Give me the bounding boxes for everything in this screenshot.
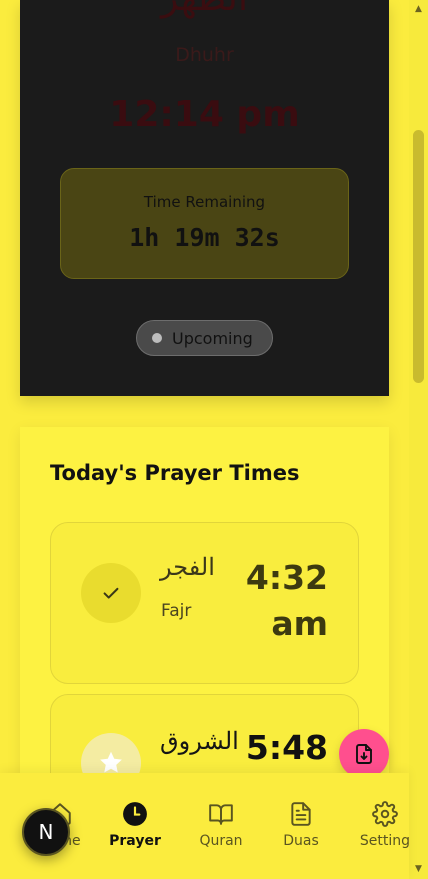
gear-icon — [372, 801, 398, 827]
status-badge: Upcoming — [136, 320, 273, 356]
prayer-row-fajr[interactable]: الفجر Fajr 4:32 am — [50, 522, 359, 684]
nav-item-label: Prayer — [109, 833, 161, 849]
document-icon — [291, 802, 311, 826]
nav-item-label: Setting — [359, 833, 411, 849]
avatar-initial: N — [38, 820, 54, 844]
nav-item-label: Quran — [199, 833, 243, 849]
time-remaining-label: Time Remaining — [143, 193, 266, 211]
current-prayer-time: 12:14 pm — [109, 94, 300, 135]
scroll-up-arrow-icon[interactable]: ▲ — [413, 4, 424, 15]
current-prayer-card: الظهر Dhuhr 12:14 pm Time Remaining 1h 1… — [20, 0, 389, 396]
book-icon — [209, 804, 233, 825]
prayer-arabic-name: الفجر — [160, 553, 215, 581]
scrollbar-thumb[interactable] — [413, 130, 424, 383]
current-prayer-arabic-name: الظهر — [20, 0, 389, 19]
nav-item-label: Duas — [283, 833, 319, 849]
time-remaining-box: Time Remaining 1h 19m 32s — [60, 168, 349, 279]
prayer-time: 5:48 — [245, 728, 328, 767]
status-dot-icon — [152, 333, 162, 343]
avatar[interactable]: N — [22, 808, 70, 856]
current-prayer-english-name: Dhuhr — [175, 44, 234, 66]
status-badge-label: Upcoming — [172, 328, 253, 348]
check-icon — [81, 563, 141, 623]
nav-item-prayer[interactable]: Prayer — [95, 773, 175, 879]
download-file-icon — [356, 744, 372, 764]
scrollbar[interactable]: ▲ ▼ — [409, 0, 428, 879]
prayer-times-heading: Today's Prayer Times — [50, 461, 300, 485]
prayer-english-name: Fajr — [161, 601, 192, 621]
time-remaining-countdown: 1h 19m 32s — [129, 223, 280, 252]
nav-item-quran[interactable]: Quran — [181, 773, 261, 879]
nav-item-duas[interactable]: Duas — [261, 773, 341, 879]
prayer-time: 4:32 am — [245, 558, 328, 643]
nav-item-setting[interactable]: Setting — [345, 773, 425, 879]
clock-icon — [123, 802, 147, 826]
download-fab-button[interactable] — [339, 729, 389, 779]
